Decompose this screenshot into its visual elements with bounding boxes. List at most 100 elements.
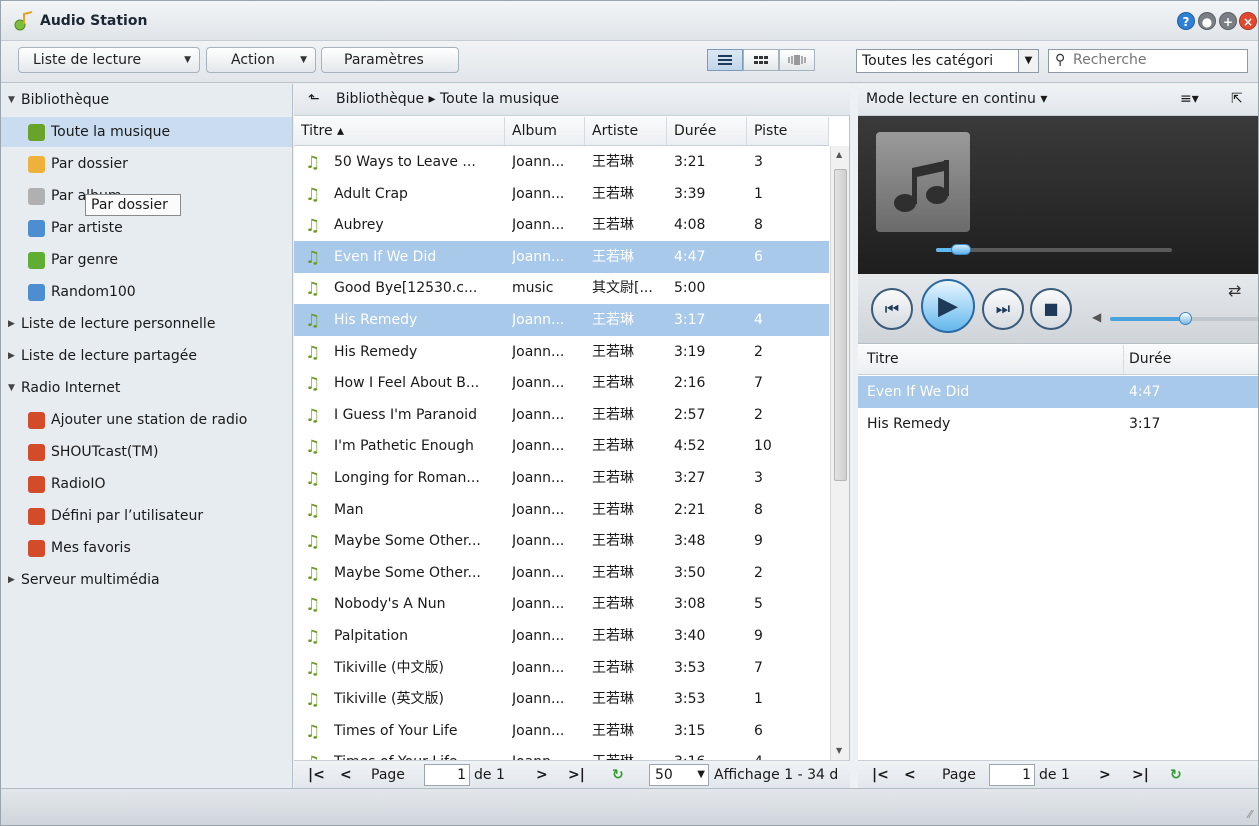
page-size-select[interactable]: 50 ▼: [649, 764, 709, 786]
track-list-scrollbar[interactable]: ▲ ▼: [830, 146, 849, 760]
refresh-icon[interactable]: ↻: [1170, 766, 1182, 784]
page-number-input[interactable]: 1: [424, 764, 470, 786]
track-row[interactable]: ♫ I'm Pathetic Enough Joann... 王若琳 4:52 10: [294, 430, 829, 462]
close-icon[interactable]: ×: [1239, 12, 1257, 30]
sidebar-item[interactable]: Défini par l’utilisateur: [1, 501, 292, 531]
playlist-options-icon[interactable]: ≡▾: [1180, 84, 1199, 115]
playlist-menu-button[interactable]: Liste de lecture ▼: [18, 47, 200, 73]
track-row[interactable]: ♫ I Guess I'm Paranoid Joann... 王若琳 2:57 2: [294, 399, 829, 431]
sidebar-item[interactable]: RadioIO: [1, 469, 292, 499]
up-arrow-icon[interactable]: ⬑: [308, 84, 320, 115]
track-row[interactable]: ♫ Good Bye[12530.c... music 其文尉[... 5:00: [294, 272, 829, 304]
search-input[interactable]: [1073, 52, 1243, 68]
sidebar-item[interactable]: ▼ Radio Internet: [1, 373, 292, 403]
sidebar-item[interactable]: Ajouter une station de radio: [1, 405, 292, 435]
column-track[interactable]: Piste: [747, 117, 829, 145]
seek-handle[interactable]: [950, 244, 971, 255]
resize-grip-icon[interactable]: ⁄⁄: [1248, 808, 1252, 821]
category-select[interactable]: Toutes les catégori ▼: [856, 49, 1039, 73]
settings-button[interactable]: Paramètres: [321, 47, 459, 73]
first-page-icon[interactable]: |<: [872, 766, 889, 784]
queue-row[interactable]: Even If We Did 4:47: [858, 376, 1258, 408]
sidebar-item[interactable]: Par artiste: [1, 213, 292, 243]
track-row[interactable]: ♫ Longing for Roman... Joann... 王若琳 3:27 3: [294, 462, 829, 494]
track-row[interactable]: ♫ Times of Your Life Joann... 王若琳 3:15 6: [294, 715, 829, 747]
track-row[interactable]: ♫ Aubrey Joann... 王若琳 4:08 8: [294, 209, 829, 241]
sidebar-item[interactable]: Par genre: [1, 245, 292, 275]
sidebar-item[interactable]: ▶ Serveur multimédia: [1, 565, 292, 595]
track-row[interactable]: ♫ His Remedy Joann... 王若琳 3:17 4: [294, 304, 829, 336]
column-divider: [1123, 345, 1124, 374]
queue-column-duration[interactable]: Durée: [1129, 345, 1171, 374]
track-row[interactable]: ♫ Palpitation Joann... 王若琳 3:40 9: [294, 620, 829, 652]
track-row[interactable]: ♫ Tikiville (中文版) Joann... 王若琳 3:53 7: [294, 652, 829, 684]
last-page-icon[interactable]: >|: [1132, 766, 1149, 784]
track-row[interactable]: ♫ Tikiville (英文版) Joann... 王若琳 3:53 1: [294, 683, 829, 715]
volume-handle[interactable]: [1179, 312, 1192, 325]
scroll-down-icon[interactable]: ▼: [836, 746, 842, 755]
track-row[interactable]: ♫ Man Joann... 王若琳 2:21 8: [294, 494, 829, 526]
chevron-down-icon[interactable]: ▼: [1018, 50, 1038, 72]
stop-button[interactable]: ■: [1030, 288, 1072, 330]
expanded-arrow-icon[interactable]: ▼: [8, 85, 15, 115]
collapsed-arrow-icon[interactable]: ▶: [8, 309, 15, 339]
chevron-down-icon: ▼: [300, 55, 307, 65]
column-title[interactable]: Titre ▴: [294, 117, 505, 145]
track-row[interactable]: ♫ Maybe Some Other... Joann... 王若琳 3:48 9: [294, 525, 829, 557]
expanded-arrow-icon[interactable]: ▼: [8, 373, 15, 403]
queue-column-title[interactable]: Titre: [867, 345, 899, 374]
previous-track-button[interactable]: ⏮: [871, 288, 913, 330]
sidebar-item[interactable]: Toute la musique: [1, 117, 292, 147]
track-row[interactable]: ♫Times of Your LifeJoann...王若琳3:164: [294, 746, 829, 760]
sidebar-item[interactable]: ▼ Bibliothèque: [1, 85, 292, 115]
sidebar-item[interactable]: Par dossier: [1, 149, 292, 179]
sidebar-item[interactable]: Mes favoris: [1, 533, 292, 563]
column-artist[interactable]: Artiste: [585, 117, 667, 145]
next-page-icon[interactable]: >: [1099, 766, 1111, 784]
track-row[interactable]: ♫ 50 Ways to Leave ... Joann... 王若琳 3:21 3: [294, 146, 829, 178]
volume-slider[interactable]: [1110, 312, 1258, 325]
action-menu-button[interactable]: Action ▼: [206, 47, 316, 73]
sidebar-item[interactable]: Random100: [1, 277, 292, 307]
sidebar-item[interactable]: SHOUTcast(TM): [1, 437, 292, 467]
help-icon[interactable]: ?: [1177, 12, 1195, 30]
window-title: Audio Station: [40, 13, 148, 29]
coverflow-view-button[interactable]: [779, 49, 815, 71]
search-box[interactable]: ⚲: [1048, 49, 1248, 73]
prev-page-icon[interactable]: <: [340, 766, 352, 784]
next-track-button[interactable]: ⏭: [982, 288, 1024, 330]
queue-row[interactable]: His Remedy 3:17: [858, 408, 1258, 440]
first-page-icon[interactable]: |<: [308, 766, 325, 784]
track-row[interactable]: ♫ Maybe Some Other... Joann... 王若琳 3:50 2: [294, 557, 829, 589]
collapsed-arrow-icon[interactable]: ▶: [8, 565, 15, 595]
track-row[interactable]: ♫ Even If We Did Joann... 王若琳 4:47 6: [294, 240, 829, 273]
refresh-icon[interactable]: ↻: [612, 766, 624, 784]
next-page-icon[interactable]: >: [536, 766, 548, 784]
column-duration[interactable]: Durée: [667, 117, 747, 145]
scrollbar-thumb[interactable]: [834, 169, 847, 481]
page-number-input[interactable]: 1: [989, 764, 1035, 786]
collapsed-arrow-icon[interactable]: ▶: [8, 341, 15, 371]
track-row[interactable]: ♫ Nobody's A Nun Joann... 王若琳 3:08 5: [294, 588, 829, 620]
column-album[interactable]: Album: [505, 117, 585, 145]
seek-slider[interactable]: [936, 244, 1172, 255]
pin-icon[interactable]: ⇱: [1231, 84, 1243, 115]
sidebar-item[interactable]: ▶ Liste de lecture partagée: [1, 341, 292, 371]
prev-page-icon[interactable]: <: [904, 766, 916, 784]
track-row[interactable]: ♫ His Remedy Joann... 王若琳 3:19 2: [294, 336, 829, 368]
sidebar-item[interactable]: ▶ Liste de lecture personnelle: [1, 309, 292, 339]
playback-mode-menu[interactable]: Mode lecture en continu ▾: [866, 84, 1047, 115]
track-row[interactable]: ♫ Adult Crap Joann... 王若琳 3:39 1: [294, 178, 829, 210]
track-row[interactable]: ♫ How I Feel About B... Joann... 王若琳 2:16 7: [294, 367, 829, 399]
maximize-icon[interactable]: +: [1219, 12, 1237, 30]
repeat-icon[interactable]: ⇄: [1228, 281, 1241, 300]
now-playing-area: [858, 116, 1258, 274]
play-button[interactable]: ▶: [921, 279, 975, 333]
thumbnail-view-button[interactable]: [743, 49, 779, 71]
list-view-button[interactable]: [707, 49, 743, 71]
volume-icon[interactable]: ◀: [1092, 310, 1101, 324]
breadcrumb-path[interactable]: Bibliothèque ▸ Toute la musique: [336, 84, 559, 115]
last-page-icon[interactable]: >|: [568, 766, 585, 784]
scroll-up-icon[interactable]: ▲: [836, 150, 842, 159]
minimize-icon[interactable]: ●: [1198, 12, 1216, 30]
